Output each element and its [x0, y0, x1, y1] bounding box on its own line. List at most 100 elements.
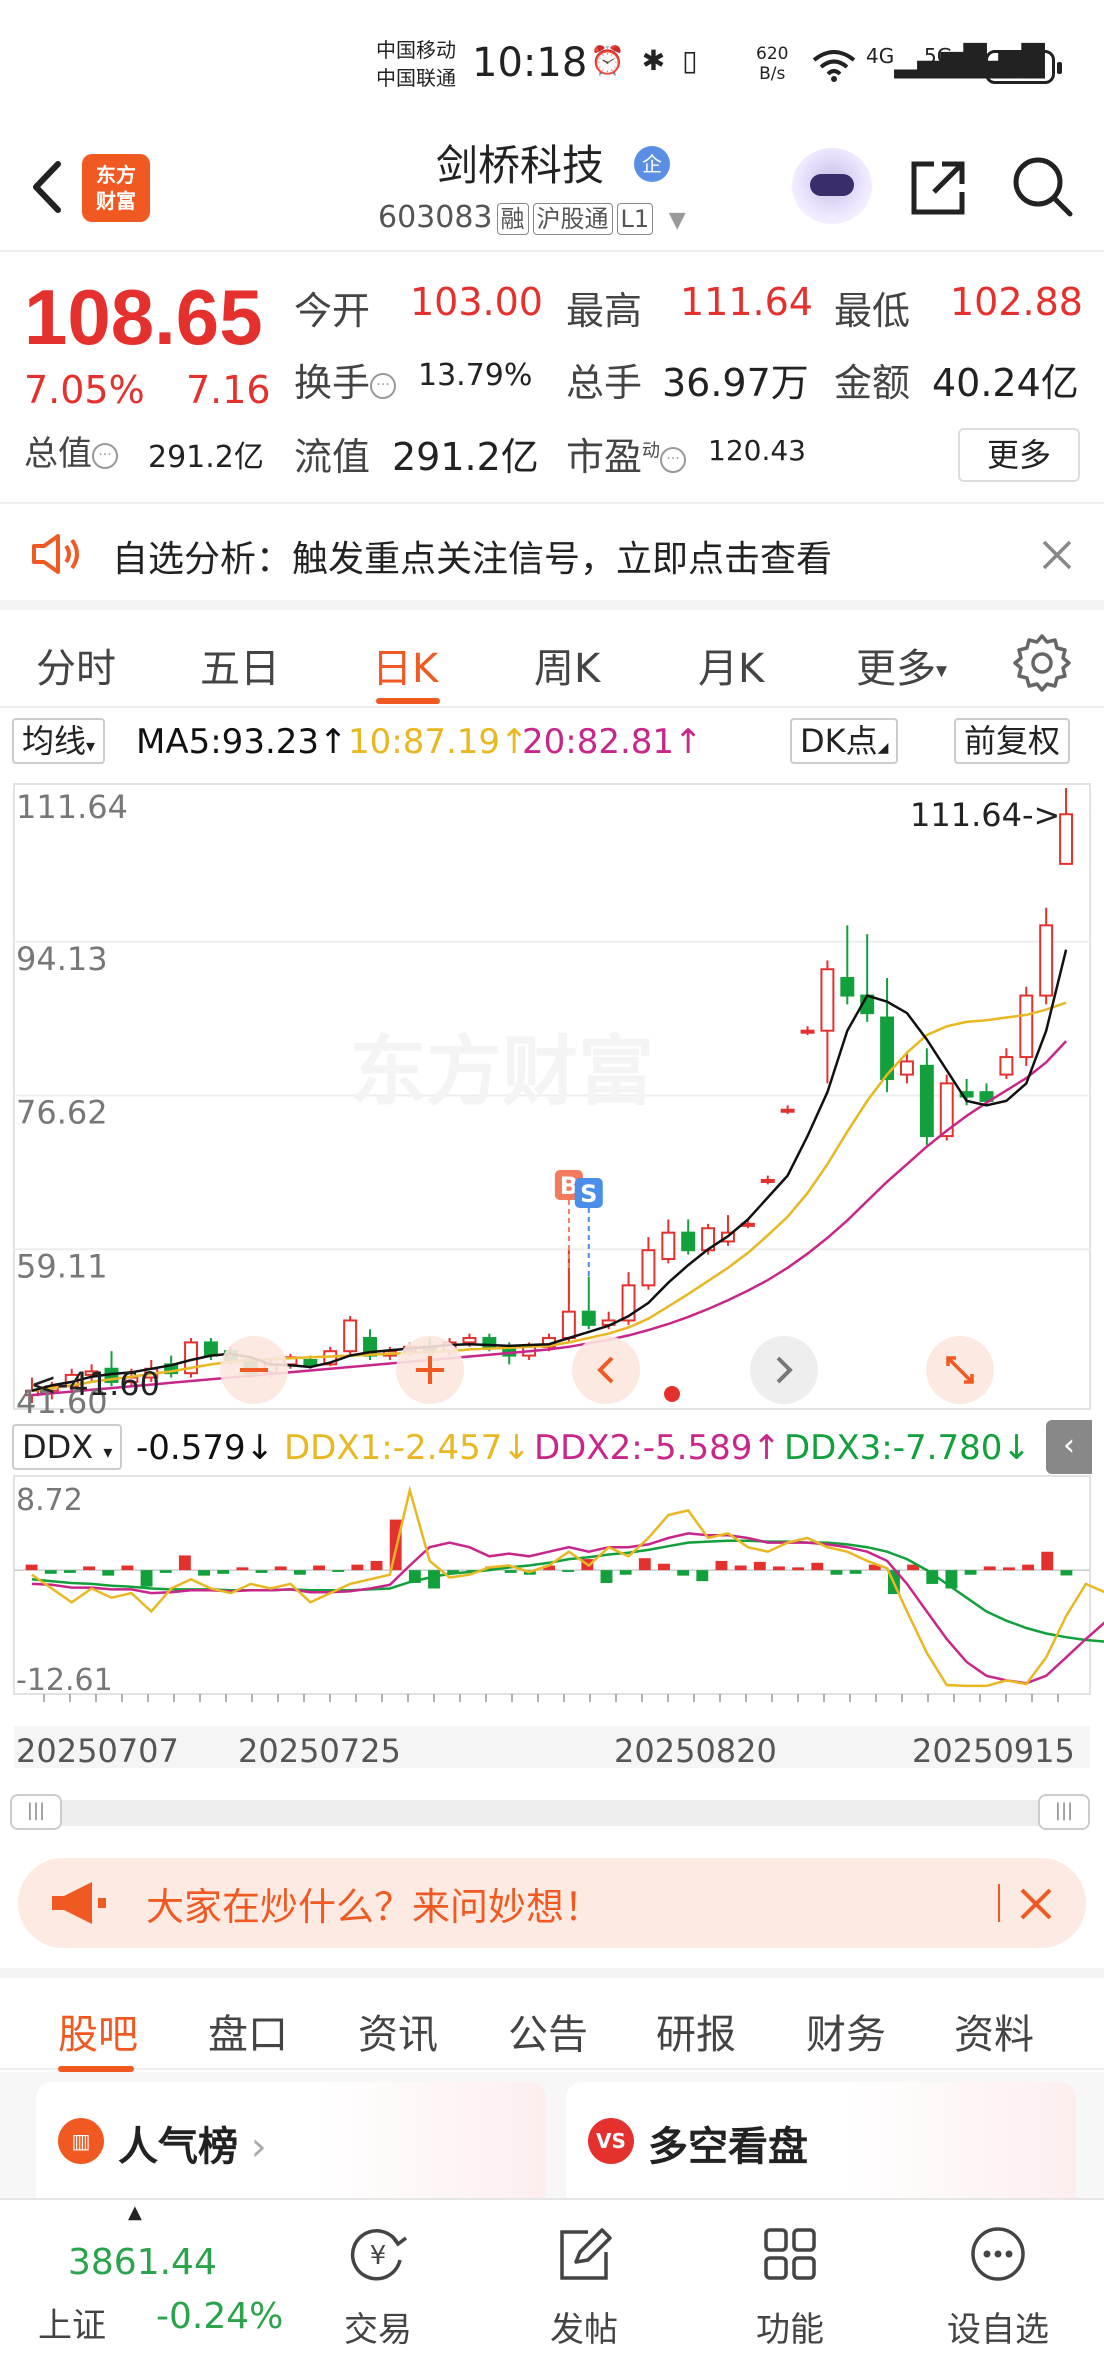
carrier-2: 中国联通	[376, 66, 456, 90]
kline-chart[interactable]: 东方财富 111.6494.1376.6259.1141.60111.64-><…	[0, 768, 1104, 1768]
info-icon: ···	[370, 372, 397, 399]
tab-daily-k[interactable]: 日K	[372, 636, 438, 694]
turnover-label[interactable]: 换手 ···	[294, 352, 397, 407]
collapse-chevron-icon[interactable]: ‹	[1046, 1420, 1092, 1474]
app-logo[interactable]: 东方 财富	[82, 154, 150, 222]
ddx-bar	[849, 1570, 862, 1574]
feature-cards: ▥ 人气榜 › A股市场排名第35名 VS 多空看盘	[0, 2072, 1104, 2233]
indicator-selector[interactable]: 均线▾	[12, 718, 106, 764]
watermark: 东方财富	[350, 1027, 654, 1116]
sell-signal-label: S	[580, 1180, 597, 1208]
ddx-bar	[792, 1567, 805, 1571]
nav-trade-label: 交易	[344, 2310, 412, 2350]
ddx-bar	[332, 1570, 345, 1572]
tab-monthly-k[interactable]: 月K	[698, 636, 764, 694]
ddx-bar	[504, 1570, 517, 1573]
tab-five-day[interactable]: 五日	[200, 636, 280, 694]
tab-finance[interactable]: 财务	[806, 2002, 886, 2060]
nav-post[interactable]: 发帖	[524, 2224, 644, 2351]
search-icon[interactable]	[1010, 154, 1076, 220]
open-label: 今开	[294, 289, 371, 333]
close-icon[interactable]	[1018, 1886, 1054, 1922]
tab-news[interactable]: 资讯	[358, 2002, 438, 2060]
gear-icon[interactable]	[1012, 632, 1072, 692]
nav-trade[interactable]: ¥ 交易	[318, 2224, 438, 2351]
ddx-bar	[638, 1558, 651, 1571]
mktcap-label-text: 总值	[24, 434, 92, 474]
chart-range-scroller[interactable]: ||| |||	[10, 1794, 1090, 1830]
bluetooth-icon: ✱	[641, 44, 670, 77]
float-label: 流值	[294, 435, 371, 479]
share-icon[interactable]	[906, 154, 972, 220]
battery-icon: 83	[985, 50, 1062, 84]
ddx-bar	[140, 1570, 153, 1587]
pe-value: 120.43	[708, 434, 806, 467]
tab-profile[interactable]: 资料	[954, 2002, 1034, 2060]
tab-research[interactable]: 研报	[656, 2002, 736, 2060]
zoom-in-icon[interactable]	[396, 1336, 464, 1404]
ddx-selector-label: DDX	[22, 1428, 94, 1466]
ma5-line	[31, 949, 1068, 1392]
zoom-out-icon[interactable]	[220, 1336, 288, 1404]
pe-label[interactable]: 市盈动 ···	[566, 426, 687, 481]
ddx-selector[interactable]: DDX ▾	[12, 1424, 123, 1470]
turnover-label-text: 换手	[294, 361, 371, 405]
nav-functions[interactable]: 功能	[730, 2224, 850, 2351]
chevron-right-icon[interactable]	[750, 1336, 818, 1404]
candle-body	[780, 1108, 795, 1113]
bottom-nav: 3861.44 上证 -0.24% ▲ ¥ 交易 发帖 功能 设自选	[0, 2198, 1104, 2376]
ddx-bar	[1022, 1564, 1035, 1571]
candle-body	[899, 1060, 914, 1076]
stock-header: 东方 财富 剑桥科技 企 603083 融沪股通 L1 ▼	[0, 130, 1104, 252]
ddx-bar	[217, 1570, 230, 1574]
megaphone-icon	[52, 1882, 106, 1924]
nav-post-label: 发帖	[550, 2310, 618, 2350]
mktcap-label[interactable]: 总值 ···	[24, 426, 118, 475]
speaker-icon	[32, 534, 79, 574]
amount-label: 金额	[834, 361, 911, 405]
tab-more[interactable]: 更多▾	[856, 636, 947, 694]
caret-down-icon: ▾	[936, 658, 948, 684]
range-handle-right[interactable]: |||	[1038, 1794, 1090, 1830]
low-label: 最低	[834, 289, 911, 333]
chevron-left-icon[interactable]	[572, 1336, 640, 1404]
ai-assistant-avatar[interactable]	[792, 148, 872, 224]
tab-intraday[interactable]: 分时	[36, 636, 116, 694]
float-value: 291.2亿	[392, 435, 539, 479]
ddx-bar	[428, 1570, 440, 1589]
corner-triangle-icon: ◢	[877, 740, 889, 756]
high-label: 最高	[566, 289, 643, 333]
volume-label: 总手	[566, 361, 643, 405]
ddx-bar	[25, 1564, 38, 1571]
tab-announcements[interactable]: 公告	[508, 2002, 588, 2060]
tab-guba[interactable]: 股吧	[58, 2002, 138, 2060]
ddx-bar	[83, 1566, 96, 1571]
nav-add-watchlist-label: 设自选	[947, 2310, 1049, 2350]
close-icon[interactable]	[1040, 538, 1074, 572]
range-handle-left[interactable]: |||	[10, 1794, 62, 1830]
ddx-bar	[964, 1570, 977, 1575]
trade-signals: BS	[554, 1170, 603, 1280]
ask-banner[interactable]: 大家在炒什么？来问妙想！	[18, 1858, 1086, 1948]
fullscreen-icon[interactable]	[926, 1336, 994, 1404]
status-bar: 中国移动 中国联通 10:18 ⏰ ✱ ▯ 620 B/s 4G▂▄▆█ 5G▂…	[0, 0, 1104, 130]
tab-pankou[interactable]: 盘口	[208, 2002, 288, 2060]
more-quote-button[interactable]: 更多	[958, 428, 1080, 482]
candle-body	[203, 1341, 218, 1357]
ddx-legend: DDX ▾ -0.579↓ DDX1:-2.457↓ DDX2:-5.589↑ …	[0, 1418, 1104, 1478]
analysis-notice[interactable]: 自选分析：触发重点关注信号，立即点击查看	[0, 506, 1104, 610]
tag-margin: 融	[496, 203, 529, 235]
nav-add-watchlist[interactable]: 设自选	[938, 2224, 1058, 2351]
ddx1-line	[31, 1485, 1104, 1688]
adjust-mode-button[interactable]: 前复权	[954, 718, 1071, 764]
back-arrow-icon[interactable]	[22, 152, 72, 222]
ddx-bar	[1041, 1551, 1054, 1571]
kline-ma-lines	[31, 949, 1068, 1397]
index-change: -0.24%	[156, 2296, 284, 2337]
candle-body	[919, 1064, 934, 1138]
ddx-bar	[178, 1555, 191, 1571]
dk-point-button[interactable]: DK点◢	[790, 718, 899, 764]
tab-weekly-k[interactable]: 周K	[534, 636, 600, 694]
stock-code-row[interactable]: 603083 融沪股通 L1 ▼	[378, 200, 686, 235]
enterprise-badge: 企	[634, 146, 670, 182]
